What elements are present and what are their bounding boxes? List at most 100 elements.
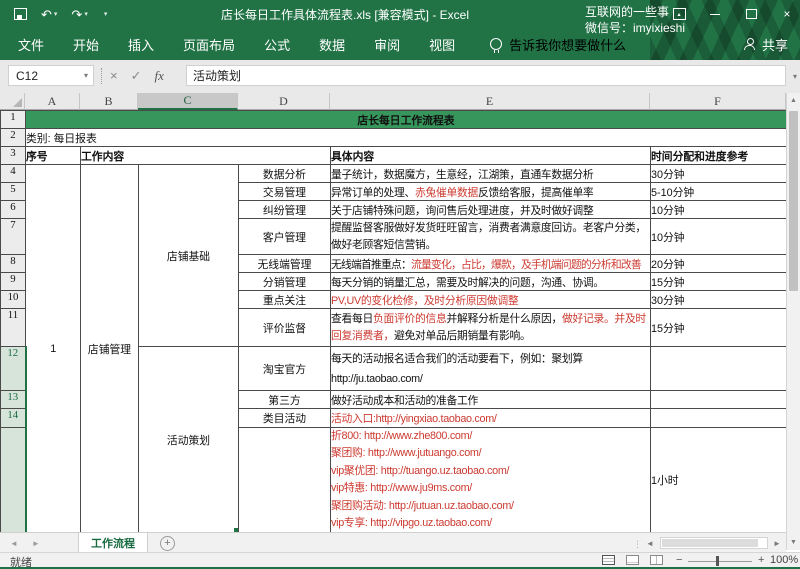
row-header-6[interactable]: 6 <box>1 201 26 219</box>
share-button[interactable]: 共享 <box>744 28 788 60</box>
row-header-10[interactable]: 10 <box>1 291 26 309</box>
zoom-slider-track[interactable] <box>688 561 752 562</box>
cell-f15[interactable]: 1小时 <box>651 428 787 533</box>
splitter-dots[interactable]: ⋮ <box>633 539 642 550</box>
row-header-5[interactable]: 5 <box>1 183 26 201</box>
cell-f10[interactable]: 30分钟 <box>651 291 787 309</box>
horizontal-scroll-thumb[interactable] <box>662 539 758 547</box>
column-header-f[interactable]: F <box>650 93 786 110</box>
cell-d13[interactable]: 第三方 <box>239 391 331 409</box>
cell-d15[interactable] <box>239 428 331 533</box>
tab-data[interactable]: 数据 <box>319 35 345 54</box>
cell-subgroup-campaign-selected[interactable]: 活动策划 <box>139 347 239 533</box>
expand-formula-bar-icon[interactable]: ▾ <box>793 72 797 81</box>
cell-f14[interactable] <box>651 409 787 428</box>
sheet-tab-active[interactable]: 工作流程 <box>78 533 148 554</box>
cell-f5[interactable]: 5-10分钟 <box>651 183 787 201</box>
maximize-button[interactable] <box>744 7 758 21</box>
cell-f12[interactable] <box>651 347 787 391</box>
prev-sheet-icon[interactable]: ◄ <box>10 539 18 548</box>
ribbon-display-options-button[interactable]: ▴ <box>672 7 686 21</box>
cell-e8[interactable]: 无线端首推重点：流量变化，占比，爆款，及手机端问题的分析和改善 <box>331 255 651 273</box>
row-header-15[interactable] <box>1 428 26 533</box>
cell-d9[interactable]: 分销管理 <box>239 273 331 291</box>
save-button[interactable] <box>14 8 27 20</box>
cell-e10[interactable]: PV,UV的变化检修，及时分析原因做调整 <box>331 291 651 309</box>
row-header-11[interactable]: 11 <box>1 309 26 347</box>
column-header-a[interactable]: A <box>25 93 80 110</box>
cell-d5[interactable]: 交易管理 <box>239 183 331 201</box>
column-header-d[interactable]: D <box>238 93 330 110</box>
tab-formulas[interactable]: 公式 <box>264 35 290 54</box>
scroll-down-icon[interactable]: ▼ <box>787 535 800 550</box>
hscroll-right-icon[interactable]: ► <box>773 539 781 548</box>
cell-e13[interactable]: 做好活动成本和活动的准备工作 <box>331 391 651 409</box>
new-sheet-button[interactable]: + <box>160 536 175 551</box>
zoom-out-button[interactable]: − <box>676 554 682 566</box>
cell-f13[interactable] <box>651 391 787 409</box>
select-all-button[interactable] <box>0 93 25 110</box>
row-header-14[interactable]: 14 <box>1 409 26 428</box>
cell-e7[interactable]: 提醒监督客服做好发货旺旺留言，消费者满意度回访。老客户分类，做好老顾客短信营销。 <box>331 219 651 255</box>
cell-e12[interactable]: 每天的活动报名适合我们的活动要看下，例如：聚划算 http://ju.taoba… <box>331 347 651 391</box>
hscroll-left-icon[interactable]: ◄ <box>646 539 654 548</box>
zoom-slider-thumb[interactable] <box>716 556 719 566</box>
normal-view-icon[interactable] <box>602 555 615 565</box>
tell-me-box[interactable]: 告诉我你想要做什么 <box>490 35 626 54</box>
horizontal-scrollbar[interactable] <box>660 537 768 549</box>
confirm-entry-icon[interactable]: ✓ <box>131 68 142 84</box>
tab-view[interactable]: 视图 <box>429 35 455 54</box>
cell-d14[interactable]: 类目活动 <box>239 409 331 428</box>
column-header-b[interactable]: B <box>80 93 138 110</box>
column-header-c[interactable]: C <box>138 93 238 110</box>
row-header-7[interactable]: 7 <box>1 219 26 255</box>
tab-home[interactable]: 开始 <box>73 35 99 54</box>
cell-f8[interactable]: 20分钟 <box>651 255 787 273</box>
cell-d10[interactable]: 重点关注 <box>239 291 331 309</box>
cell-e5[interactable]: 异常订单的处理、赤兔催单数据反馈给客服，提高催单率 <box>331 183 651 201</box>
cell-f7[interactable]: 10分钟 <box>651 219 787 255</box>
next-sheet-icon[interactable]: ► <box>32 539 40 548</box>
cell-e4[interactable]: 量子统计，数据魔方，生意经，江湖策，直通车数据分析 <box>331 165 651 183</box>
cell-title[interactable]: 店长每日工作流程表 <box>26 111 787 129</box>
cell-e6[interactable]: 关于店铺特殊问题，询问售后处理进度，并及时做好调整 <box>331 201 651 219</box>
row-header-1[interactable]: 1 <box>1 111 26 129</box>
row-header-4[interactable]: 4 <box>1 165 26 183</box>
cell-work-group[interactable]: 店铺管理 <box>81 165 139 533</box>
undo-button[interactable]: ↶▾ <box>41 8 57 21</box>
name-box[interactable]: C12 ▾ <box>8 65 94 86</box>
scroll-up-icon[interactable]: ▲ <box>787 93 800 108</box>
cell-header-work[interactable]: 工作内容 <box>81 147 331 165</box>
tab-page-layout[interactable]: 页面布局 <box>183 35 235 54</box>
close-button[interactable]: × <box>780 7 794 21</box>
vertical-scroll-thumb[interactable] <box>789 111 798 291</box>
row-header-13[interactable]: 13 <box>1 391 26 409</box>
page-break-view-icon[interactable] <box>650 555 663 565</box>
cell-f11[interactable]: 15分钟 <box>651 309 787 347</box>
cell-d11[interactable]: 评价监督 <box>239 309 331 347</box>
cell-d6[interactable]: 纠纷管理 <box>239 201 331 219</box>
redo-button[interactable]: ↷▾ <box>71 8 87 21</box>
tab-file[interactable]: 文件 <box>18 35 44 54</box>
cell-header-detail[interactable]: 具体内容 <box>331 147 651 165</box>
cancel-entry-icon[interactable]: × <box>110 68 118 83</box>
zoom-in-button[interactable]: + <box>758 554 764 566</box>
page-layout-view-icon[interactable] <box>626 555 639 565</box>
minimize-button[interactable] <box>708 7 722 21</box>
cell-seq[interactable]: 1 <box>26 165 81 533</box>
tab-insert[interactable]: 插入 <box>128 35 154 54</box>
cell-d7[interactable]: 客户管理 <box>239 219 331 255</box>
column-header-e[interactable]: E <box>330 93 650 110</box>
cell-f4[interactable]: 30分钟 <box>651 165 787 183</box>
cell-e11[interactable]: 查看每日负面评价的信息并解释分析是什么原因，做好记录。并及时回复消费者，避免对单… <box>331 309 651 347</box>
customize-qat-button[interactable]: ▾ <box>102 10 108 18</box>
cell-e9[interactable]: 每天分销的销量汇总，需要及时解决的问题，沟通、协调。 <box>331 273 651 291</box>
row-header-8[interactable]: 8 <box>1 255 26 273</box>
cell-d12[interactable]: 淘宝官方 <box>239 347 331 391</box>
zoom-level[interactable]: 100% <box>770 554 798 566</box>
cell-d8[interactable]: 无线端管理 <box>239 255 331 273</box>
cell-header-seq[interactable]: 序号 <box>26 147 81 165</box>
cell-header-time[interactable]: 时间分配和进度参考 <box>651 147 787 165</box>
cell-d4[interactable]: 数据分析 <box>239 165 331 183</box>
row-header-9[interactable]: 9 <box>1 273 26 291</box>
